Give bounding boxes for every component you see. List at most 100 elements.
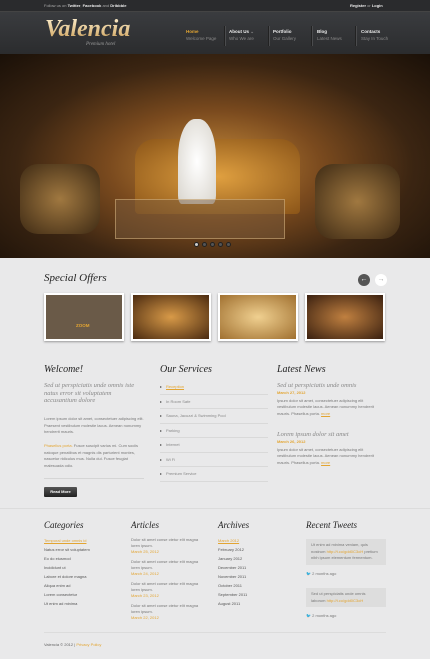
offer-thumbnail[interactable] xyxy=(131,293,211,341)
nav-divider xyxy=(311,26,312,46)
offer-thumbnail[interactable] xyxy=(218,293,298,341)
tagline: Premium hotel xyxy=(86,42,116,47)
prev-arrow-button[interactable]: ← xyxy=(358,274,370,286)
register-link[interactable]: Register xyxy=(350,3,366,8)
article-text[interactable]: Dolor sit amet conse ctetur elit magna l… xyxy=(131,603,201,615)
copyright: Valencia © 2012 xyxy=(44,642,74,647)
slider-dot[interactable] xyxy=(210,242,215,247)
top-bar: Follow us on Twitter, Facebook and Dribb… xyxy=(0,0,430,11)
tweet-link[interactable]: http://t.co/gdd0C3oH xyxy=(327,549,364,554)
article-date: March 22, 2012 xyxy=(131,615,159,620)
archive-link[interactable]: March 2012 xyxy=(218,536,247,545)
tweet-link[interactable]: http://t.co/gdd0C3oH xyxy=(327,598,364,603)
slider-dot[interactable] xyxy=(226,242,231,247)
welcome-text-2: Phasellus porta. Fusce suscipit varius m… xyxy=(44,443,139,468)
glass-table xyxy=(115,199,285,239)
read-more-button[interactable]: Read More xyxy=(44,487,77,497)
hero-slider-image[interactable] xyxy=(0,54,430,258)
twitter-link[interactable]: Twitter xyxy=(68,3,81,8)
service-item[interactable]: Premium Service xyxy=(160,467,268,482)
slider-dot[interactable] xyxy=(194,242,199,247)
nav-blog[interactable]: Blog Latest News xyxy=(317,28,342,42)
twitter-bird-icon: 🐦 xyxy=(306,613,311,618)
offer-thumbnail[interactable]: ZOOM xyxy=(44,293,124,341)
slider-dot[interactable] xyxy=(202,242,207,247)
chevron-down-icon: ⌄ xyxy=(250,29,255,34)
archive-link[interactable]: February 2012 xyxy=(218,545,247,554)
more-link[interactable]: more xyxy=(321,411,330,416)
dribbble-link[interactable]: Dribbble xyxy=(110,3,126,8)
privacy-policy-link[interactable]: Privacy Policy xyxy=(76,642,101,647)
category-link[interactable]: Labore et dolore magna xyxy=(44,572,90,581)
category-link[interactable]: Eo do eiusmod xyxy=(44,554,90,563)
news-title: Latest News xyxy=(277,364,326,375)
zoom-label: ZOOM xyxy=(76,323,90,328)
article-text[interactable]: Dolor sit amet conse ctetur elit magna l… xyxy=(131,537,201,549)
tweet-meta: 🐦 2 months ago xyxy=(306,571,337,576)
category-link[interactable]: Lorem consectetur xyxy=(44,590,90,599)
service-item[interactable]: Reception xyxy=(160,380,268,395)
article-item: Dolor sit amet conse ctetur elit magna l… xyxy=(131,537,201,555)
archive-link[interactable]: December 2011 xyxy=(218,563,247,572)
divider xyxy=(44,478,144,479)
welcome-subtitle: Sed ut perspiciatis unde omnis iste natu… xyxy=(44,382,135,404)
nav-home[interactable]: Home Welcome Page xyxy=(186,28,216,42)
archive-link[interactable]: November 2011 xyxy=(218,572,247,581)
category-link[interactable]: Temporal unde omnis id xyxy=(44,536,90,545)
armchair-left xyxy=(20,164,100,234)
archive-link[interactable]: January 2012 xyxy=(218,554,247,563)
slider-pagination xyxy=(194,242,231,247)
category-link[interactable]: Natus error sit voluptatem xyxy=(44,545,90,554)
service-item[interactable]: In Room Safe xyxy=(160,395,268,409)
tweet-meta: 🐦 2 months ago xyxy=(306,613,337,618)
article-date: March 23, 2012 xyxy=(131,593,159,598)
nav-divider xyxy=(268,26,269,46)
phasellus-link[interactable]: Phasellus porta. xyxy=(44,443,73,448)
category-link[interactable]: Aliqua enim ad xyxy=(44,581,90,590)
login-link[interactable]: Login xyxy=(372,3,383,8)
service-item[interactable]: Wi Fi xyxy=(160,453,268,467)
welcome-text: Lorem ipsum dolor sit amet, consectetuer… xyxy=(44,416,144,434)
header: Valencia Premium hotel Home Welcome Page … xyxy=(0,11,430,54)
special-offers-title: Special Offers xyxy=(44,272,107,284)
news-item: Sed ut perspiciatis unde omnis March 27,… xyxy=(277,382,382,417)
service-item[interactable]: Sauna, Jacuzzi & Swimming Pool xyxy=(160,409,268,424)
nav-about[interactable]: About Us ⌄ Who We are xyxy=(229,28,254,42)
divider xyxy=(0,508,430,509)
news-item: Lorem ipsum dolor sit amet March 26, 201… xyxy=(277,431,382,466)
service-item[interactable]: Parking xyxy=(160,424,268,438)
archives-list: March 2012 February 2012 January 2012 Decem… xyxy=(218,536,247,608)
service-item[interactable]: Internet xyxy=(160,438,268,453)
armchair-right xyxy=(315,164,400,239)
article-text[interactable]: Dolor sit amet conse ctetur elit magna l… xyxy=(131,559,201,571)
divider xyxy=(44,632,386,633)
more-link[interactable]: more xyxy=(321,460,330,465)
nav-contacts[interactable]: Contacts Stay In Touch xyxy=(361,28,388,42)
articles-list: Dolor sit amet conse ctetur elit magna l… xyxy=(131,537,201,625)
archive-link[interactable]: August 2011 xyxy=(218,599,247,608)
article-text[interactable]: Dolor sit amet conse ctetur elit magna l… xyxy=(131,581,201,593)
category-link[interactable]: Ut enim ad minima xyxy=(44,599,90,608)
article-date: March 24, 2012 xyxy=(131,571,159,576)
nav-portfolio[interactable]: Portfolio Our Gallery xyxy=(273,28,296,42)
facebook-link[interactable]: Facebook xyxy=(83,3,102,8)
next-arrow-button[interactable]: → xyxy=(375,274,387,286)
nav-divider xyxy=(355,26,356,46)
news-headline[interactable]: Sed ut perspiciatis unde omnis xyxy=(277,382,382,390)
slider-dot[interactable] xyxy=(218,242,223,247)
logo[interactable]: Valencia xyxy=(45,16,130,43)
category-link[interactable]: Incididunt ut xyxy=(44,563,90,572)
services-title: Our Services xyxy=(160,364,212,375)
nav-divider xyxy=(224,26,225,46)
article-item: Dolor sit amet conse ctetur elit magna l… xyxy=(131,559,201,577)
news-headline[interactable]: Lorem ipsum dolor sit amet xyxy=(277,431,382,439)
archives-title: Archives xyxy=(218,520,250,530)
woman-figure xyxy=(178,119,216,204)
archive-link[interactable]: October 2011 xyxy=(218,581,247,590)
tweets-title: Recent Tweets xyxy=(306,520,358,530)
articles-title: Articles xyxy=(131,520,159,530)
welcome-title: Welcome! xyxy=(44,364,84,375)
offer-thumbnail[interactable] xyxy=(305,293,385,341)
twitter-bird-icon: 🐦 xyxy=(306,571,311,576)
archive-link[interactable]: September 2011 xyxy=(218,590,247,599)
